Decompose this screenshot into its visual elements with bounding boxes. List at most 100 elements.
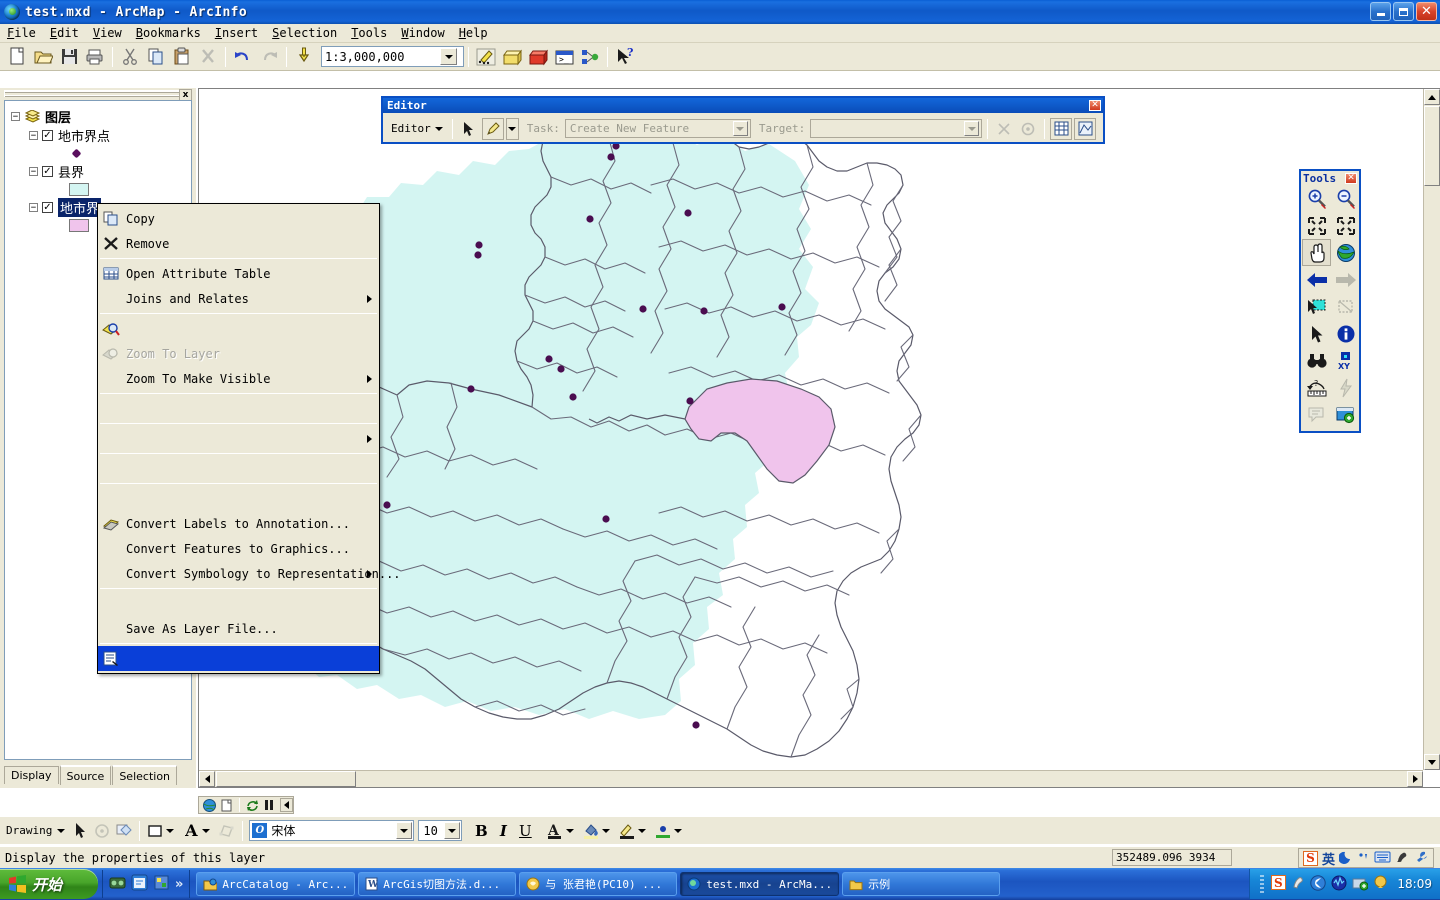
ctx-item-data[interactable]: Convert Symbology to Representation... — [98, 561, 401, 586]
map-canvas[interactable] — [199, 89, 1423, 770]
new-text-icon[interactable]: A — [180, 820, 202, 842]
new-text-button[interactable]: A — [180, 820, 216, 842]
font-color-icon[interactable]: A — [544, 820, 566, 842]
bold-button[interactable]: B — [470, 820, 492, 842]
tree-root-layers[interactable]: − 图层 — [11, 107, 191, 126]
refresh-icon[interactable] — [246, 798, 259, 812]
layer-symbol-row-1[interactable] — [11, 181, 191, 198]
marker-color-icon[interactable] — [652, 820, 674, 842]
tray-balloon-icon[interactable] — [1373, 875, 1388, 893]
ctx-item-convert-symbology-to-representation[interactable]: Convert Features to Graphics... — [98, 536, 379, 561]
select-elements-arrow-icon[interactable] — [69, 820, 91, 842]
sketch-tool-pencil-icon[interactable] — [481, 117, 504, 140]
menu-tools[interactable]: Tools — [344, 25, 394, 41]
ctx-item-remove[interactable]: Remove — [98, 231, 379, 256]
task-button-arccatalog[interactable]: ArcCatalog - Arc... — [196, 872, 356, 896]
ctx-item-selection[interactable] — [98, 426, 379, 451]
start-button[interactable]: 开始 — [0, 869, 98, 899]
save-document-icon[interactable] — [56, 45, 82, 69]
layer-symbol-row-0[interactable] — [11, 145, 191, 162]
fixed-zoom-in-icon[interactable] — [1302, 212, 1331, 239]
task-dropdown-button[interactable] — [732, 121, 748, 136]
close-button[interactable]: ✕ — [1416, 2, 1437, 21]
line-color-button[interactable] — [616, 820, 652, 842]
select-elements-arrow-icon[interactable] — [1302, 320, 1331, 347]
layer-row-1[interactable]: − ✓ 县界 — [11, 162, 191, 181]
target-combobox[interactable] — [810, 119, 983, 138]
copy-icon[interactable] — [143, 45, 169, 69]
identify-info-icon[interactable] — [1331, 320, 1360, 347]
ctx-item-zoom-to-layer[interactable] — [98, 316, 379, 341]
ql-app-icon[interactable] — [153, 874, 170, 894]
map-data-frame[interactable] — [198, 88, 1440, 788]
scroll-left-button[interactable] — [199, 771, 215, 787]
font-name-combobox[interactable]: O 宋体 — [249, 820, 415, 841]
time-slider-icon[interactable] — [1331, 401, 1360, 428]
whats-this-help-icon[interactable]: ? — [612, 45, 638, 69]
font-name-dropdown-button[interactable] — [396, 822, 413, 839]
tray-update-icon[interactable] — [1352, 875, 1369, 894]
ctx-item-save-as-layer-file[interactable] — [98, 591, 379, 616]
italic-button[interactable]: I — [492, 820, 514, 842]
ctx-item-copy[interactable]: Copy — [98, 206, 379, 231]
fill-color-icon[interactable] — [580, 820, 602, 842]
layer-visibility-checkbox-0[interactable]: ✓ — [42, 130, 53, 141]
ql-more-chevrons[interactable]: » — [175, 877, 183, 892]
task-button-folder[interactable]: 示例 — [842, 872, 1001, 896]
layout-view-page-icon[interactable] — [220, 798, 233, 812]
cut-icon[interactable] — [117, 45, 143, 69]
edit-tool-arrow-icon[interactable] — [458, 118, 480, 140]
open-document-icon[interactable] — [30, 45, 56, 69]
select-features-icon[interactable] — [1302, 293, 1331, 320]
menu-insert[interactable]: Insert — [208, 25, 265, 41]
measure-ruler-icon[interactable]: ? — [1302, 374, 1331, 401]
scroll-right-button[interactable] — [1407, 771, 1423, 787]
taskbar-clock[interactable]: 18:09 — [1397, 877, 1432, 891]
tray-safety-shield-icon[interactable] — [1310, 874, 1327, 894]
fixed-zoom-out-icon[interactable] — [1331, 212, 1360, 239]
vertical-scroll-thumb[interactable] — [1424, 106, 1440, 186]
layer-visibility-checkbox-2[interactable]: ✓ — [42, 202, 53, 213]
drawing-object-icon[interactable] — [113, 820, 135, 842]
ctx-item-use-symbol-levels[interactable] — [98, 396, 379, 421]
undo-icon[interactable] — [230, 45, 256, 69]
tray-sogou-ime-icon[interactable]: S — [1271, 875, 1287, 893]
tools-window-titlebar[interactable]: Tools ✕ — [1301, 171, 1359, 185]
task-button-word-doc[interactable]: W ArcGis切图方法.d... — [358, 872, 517, 896]
toc-tab-source[interactable]: Source — [59, 765, 112, 785]
line-color-icon[interactable] — [616, 820, 638, 842]
font-size-combobox[interactable]: 10 — [418, 820, 463, 841]
map-vertical-scrollbar[interactable] — [1423, 89, 1440, 770]
python-window-icon[interactable]: >_ — [551, 45, 577, 69]
menu-view[interactable]: View — [86, 25, 129, 41]
toc-drag-grip[interactable] — [4, 90, 180, 97]
menu-edit[interactable]: Edit — [43, 25, 86, 41]
sketch-tool-dropdown-button[interactable] — [505, 117, 519, 140]
ql-media-icon[interactable] — [109, 874, 126, 894]
ime-keyboard-icon[interactable] — [1374, 850, 1391, 866]
ctx-item-convert-features-to-graphics[interactable]: Convert Labels to Annotation... — [98, 511, 379, 536]
data-view-globe-icon[interactable] — [203, 798, 216, 812]
menu-selection[interactable]: Selection — [265, 25, 344, 41]
editor-toolbar-toggle-icon[interactable] — [473, 45, 499, 69]
ctx-item-open-attribute-table[interactable]: Open Attribute Table — [98, 261, 379, 286]
layer-visibility-checkbox-1[interactable]: ✓ — [42, 166, 53, 177]
ctx-item-visible-scale-range[interactable]: Zoom To Make Visible — [98, 366, 379, 391]
map-horizontal-scrollbar[interactable] — [199, 770, 1423, 787]
sogou-ime-icon[interactable]: S — [1302, 850, 1318, 866]
pan-hand-icon[interactable] — [1302, 239, 1331, 266]
task-button-messenger[interactable]: 与 张君艳(PC10) ... — [519, 872, 678, 896]
ctx-item-joins-and-relates[interactable]: Joins and Relates — [98, 286, 379, 311]
editor-window-titlebar[interactable]: Editor ✕ — [383, 98, 1103, 113]
back-extent-arrow-icon[interactable] — [1302, 266, 1331, 293]
new-rectangle-button[interactable] — [144, 820, 180, 842]
expand-collapse-root[interactable]: − — [11, 112, 20, 121]
paste-icon[interactable] — [169, 45, 195, 69]
ime-language-label[interactable]: 英 — [1322, 849, 1335, 868]
horizontal-scroll-thumb[interactable] — [216, 771, 356, 787]
tray-pen-tool-icon[interactable] — [1291, 875, 1305, 893]
zoom-in-icon[interactable] — [1302, 185, 1331, 212]
collapse-arrow-icon[interactable] — [279, 798, 293, 812]
minimize-button[interactable] — [1370, 2, 1391, 21]
add-data-icon[interactable] — [291, 45, 317, 69]
